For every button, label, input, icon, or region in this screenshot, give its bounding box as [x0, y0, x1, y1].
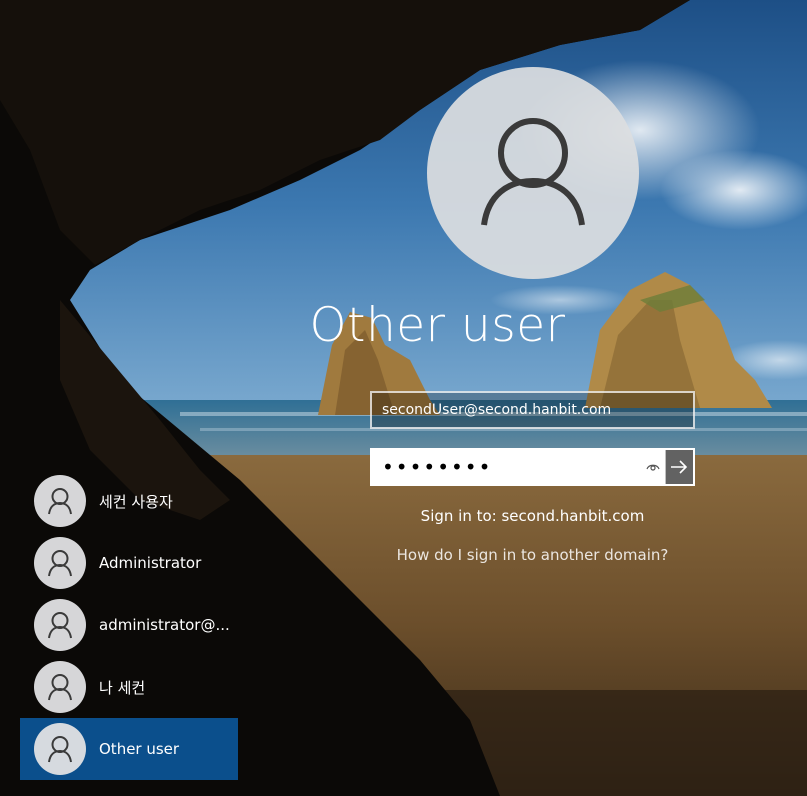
user-avatar [34, 475, 86, 527]
password-input[interactable] [372, 450, 641, 484]
user-list: 세컨 사용자 Administrator administrator@... 나… [20, 470, 238, 780]
sign-in-domain-text: Sign in to: second.hanbit.com [420, 507, 645, 525]
eye-icon[interactable] [641, 450, 665, 484]
person-icon [48, 550, 72, 577]
user-avatar [34, 723, 86, 775]
user-item-second-user[interactable]: 세컨 사용자 [20, 470, 238, 532]
selected-user-name: Other user [309, 298, 566, 353]
username-input[interactable] [370, 391, 695, 429]
user-label: administrator@... [99, 616, 230, 634]
selected-user-avatar [427, 67, 639, 279]
arrow-right-icon [671, 460, 688, 474]
person-icon [48, 674, 72, 701]
user-label: Other user [99, 740, 180, 758]
user-item-administrator-domain[interactable]: administrator@... [20, 594, 238, 656]
user-avatar [34, 599, 86, 651]
user-item-administrator[interactable]: Administrator [20, 532, 238, 594]
user-label: Administrator [99, 554, 202, 572]
lock-screen: Other user Sign in to: second.hanbit.com… [0, 0, 807, 796]
user-label: 나 세컨 [99, 678, 146, 697]
user-avatar [34, 661, 86, 713]
person-icon [48, 488, 72, 515]
person-icon [48, 612, 72, 639]
submit-button[interactable] [664, 450, 693, 484]
user-label: 세컨 사용자 [99, 492, 173, 511]
other-domain-link[interactable]: How do I sign in to another domain? [370, 546, 695, 564]
person-icon [481, 118, 585, 226]
password-field [370, 448, 695, 486]
person-icon [48, 736, 72, 763]
user-item-other-user[interactable]: Other user [20, 718, 238, 780]
user-item-na-second[interactable]: 나 세컨 [20, 656, 238, 718]
user-avatar [34, 537, 86, 589]
